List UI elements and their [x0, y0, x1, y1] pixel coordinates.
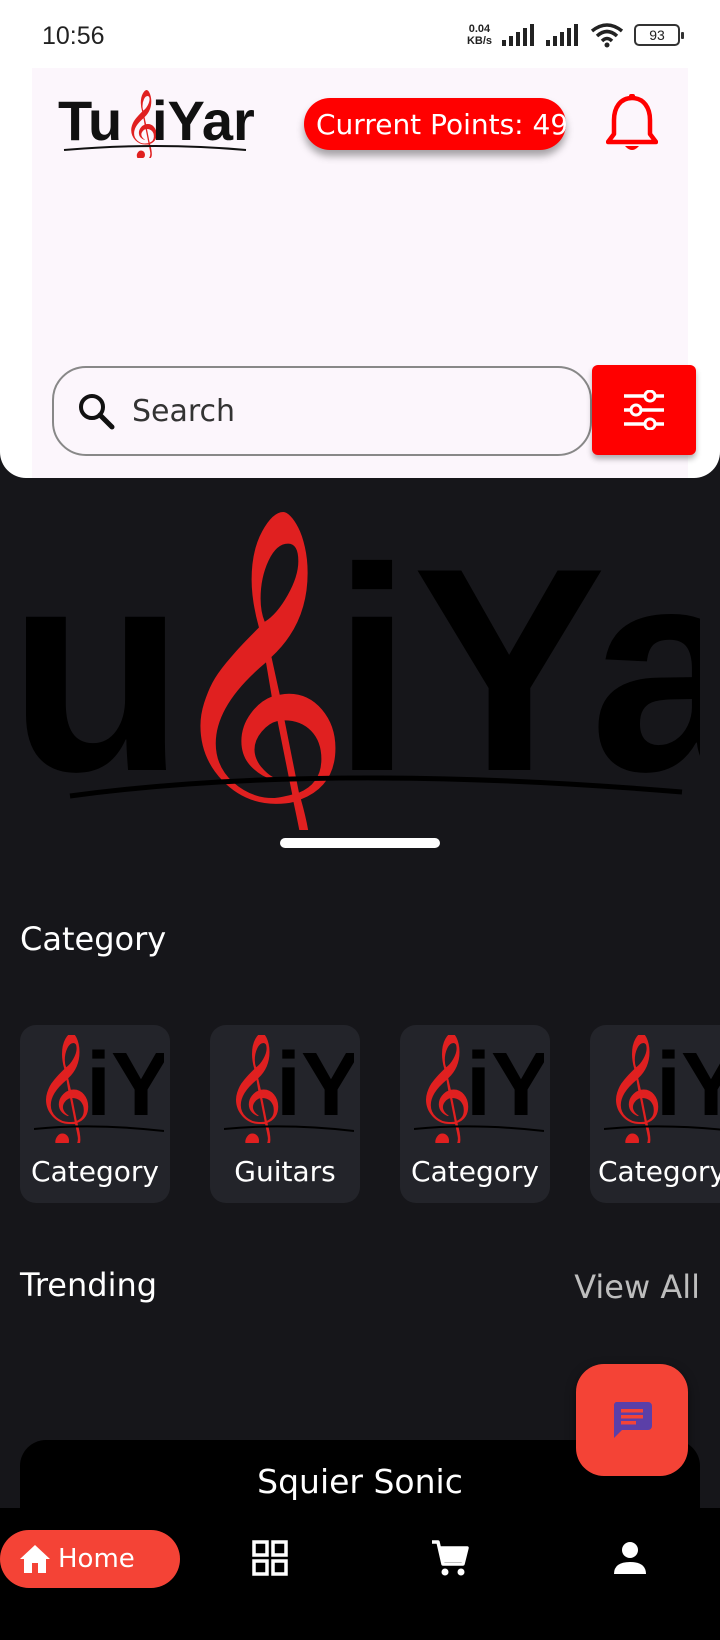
category-image: 𝄞 iY — [604, 1035, 720, 1143]
cart-icon[interactable] — [430, 1538, 470, 1578]
person-icon[interactable] — [610, 1538, 650, 1578]
chat-icon — [613, 1402, 652, 1438]
points-label: Current Points: 4980 — [316, 107, 566, 141]
wifi-icon — [590, 23, 624, 48]
network-speed: 0.04 KB/s — [467, 23, 492, 47]
category-image: 𝄞 iY — [414, 1035, 544, 1143]
category-label: Guitars — [234, 1155, 336, 1188]
category-card[interactable]: 𝄞 iY Category — [400, 1025, 550, 1203]
category-image: 𝄞 iY — [224, 1035, 354, 1143]
svg-text:iY: iY — [656, 1035, 720, 1135]
network-speed-unit: KB/s — [466, 35, 492, 47]
grid-icon[interactable] — [250, 1538, 290, 1578]
search-input[interactable] — [132, 393, 532, 429]
bell-icon[interactable] — [606, 94, 658, 154]
category-image: 𝄞 iY — [34, 1035, 164, 1143]
filter-button[interactable] — [592, 365, 696, 455]
svg-text:u: u — [22, 508, 185, 830]
carousel-indicator — [280, 838, 440, 848]
svg-text:iY: iY — [86, 1035, 164, 1135]
category-card-guitars[interactable]: 𝄞 iY Guitars — [210, 1025, 360, 1203]
svg-text:iYar: iYar — [152, 89, 255, 152]
app-logo: Tu 𝄞 iYar — [58, 89, 255, 158]
svg-text:iY: iY — [466, 1035, 544, 1135]
points-badge[interactable]: Current Points: 4980 — [304, 98, 566, 150]
sliders-icon — [624, 390, 664, 430]
category-label: Category — [31, 1155, 159, 1188]
category-label: Category — [598, 1155, 720, 1188]
banner-logo[interactable]: u 𝄞 iYa — [22, 500, 700, 830]
nav-home-label: Home — [58, 1544, 135, 1574]
trending-title: Trending — [20, 1266, 158, 1304]
signal-icon-2 — [546, 24, 578, 46]
category-label: Category — [411, 1155, 539, 1188]
nav-home[interactable]: Home — [0, 1530, 180, 1588]
view-all-link[interactable]: View All — [574, 1268, 700, 1306]
home-icon — [20, 1545, 50, 1573]
svg-text:Tu: Tu — [58, 89, 122, 152]
chat-button[interactable] — [576, 1364, 688, 1476]
bottom-nav: Home — [0, 1508, 720, 1640]
svg-text:iY: iY — [276, 1035, 354, 1135]
category-card[interactable]: 𝄞 iY Category — [590, 1025, 720, 1203]
signal-icon — [502, 24, 534, 46]
battery-indicator: 93 — [634, 24, 684, 46]
category-title: Category — [20, 920, 167, 958]
status-time: 10:56 — [42, 22, 105, 50]
search-icon — [79, 394, 115, 430]
search-box[interactable] — [52, 366, 592, 456]
status-icons: 0.04 KB/s 93 — [467, 22, 684, 48]
category-card[interactable]: 𝄞 iY Category — [20, 1025, 170, 1203]
network-speed-value: 0.04 — [468, 23, 491, 35]
